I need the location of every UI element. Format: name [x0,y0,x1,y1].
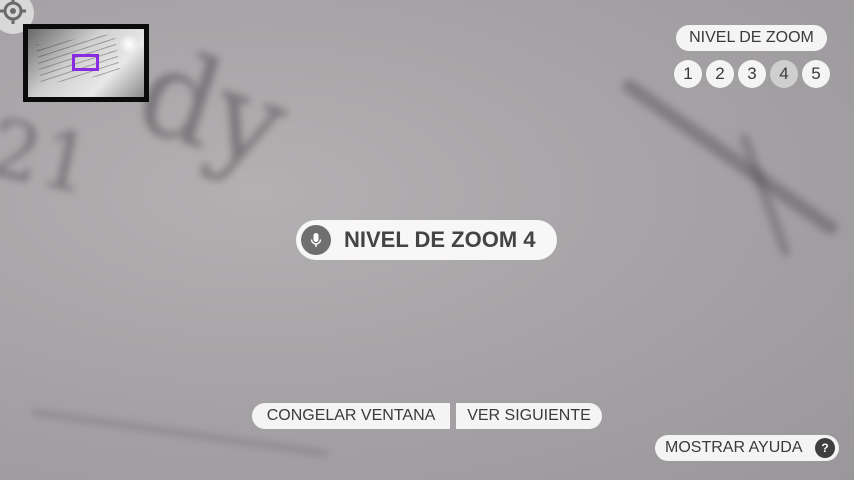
minimap-glare [120,33,138,55]
zoom-level-5-button[interactable]: 5 [802,60,830,88]
microphone-icon [301,225,331,255]
question-icon: ? [815,438,835,458]
freeze-window-button[interactable]: CONGELAR VENTANA [252,403,450,429]
background-scribble: dy [122,21,303,198]
minimap-viewport-indicator[interactable] [72,54,99,71]
zoom-level-3-button[interactable]: 3 [738,60,766,88]
voice-status-pill: NIVEL DE ZOOM 4 [296,220,557,260]
minimap-preview [28,29,144,97]
voice-status-text: NIVEL DE ZOOM 4 [344,227,536,252]
show-help-button[interactable]: MOSTRAR AYUDA ? [655,435,839,461]
zoom-level-selector: 1 2 3 4 5 [674,60,834,90]
view-next-button[interactable]: VER SIGUIENTE [456,403,602,429]
background-scribble: 21 [0,100,101,213]
background-scribble [738,132,792,258]
zoom-level-1-button[interactable]: 1 [674,60,702,88]
zoom-level-4-button[interactable]: 4 [770,60,798,88]
minimap[interactable] [23,24,149,102]
show-help-label: MOSTRAR AYUDA [665,439,803,456]
zoom-level-title: NIVEL DE ZOOM [676,25,827,51]
zoom-level-2-button[interactable]: 2 [706,60,734,88]
background-scribble [619,76,841,238]
